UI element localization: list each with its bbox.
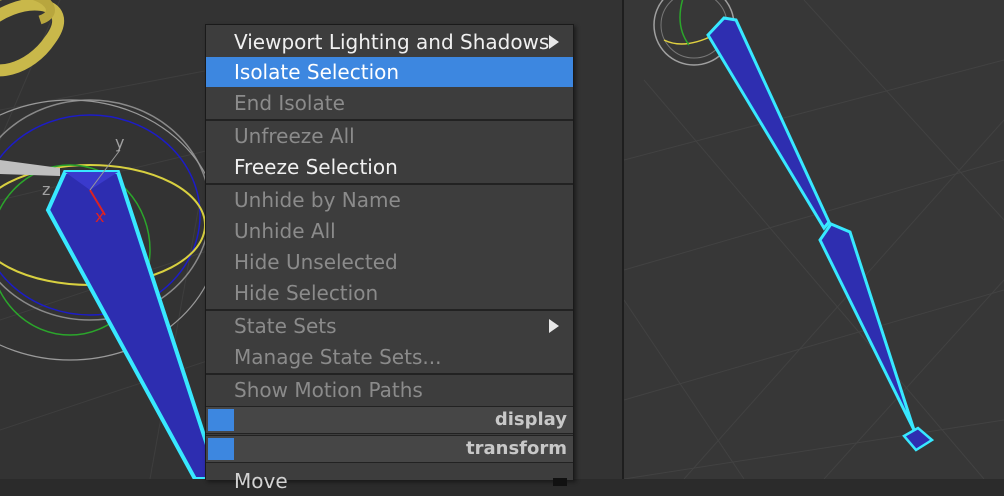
menu-item-label: Isolate Selection — [234, 60, 400, 84]
menu-item-unhide-by-name[interactable]: Unhide by Name — [206, 185, 573, 215]
bone-end[interactable] — [902, 426, 935, 452]
menu-item-manage-state-sets[interactable]: Manage State Sets... — [206, 342, 573, 372]
y-axis-label: y — [115, 133, 124, 152]
menu-item-freeze-selection[interactable]: Freeze Selection — [206, 152, 573, 182]
menu-item-label: Manage State Sets... — [234, 345, 442, 369]
submenu-arrow-icon — [549, 319, 559, 333]
quad-menu: Viewport Lighting and Shadows Isolate Se… — [205, 24, 574, 493]
menu-item-show-motion-paths[interactable]: Show Motion Paths — [206, 375, 573, 405]
menu-item-unfreeze-all[interactable]: Unfreeze All — [206, 121, 573, 151]
submenu-arrow-icon — [549, 35, 559, 49]
menu-item-end-isolate[interactable]: End Isolate — [206, 88, 573, 118]
menu-item-state-sets[interactable]: State Sets — [206, 311, 573, 341]
menu-item-label: Viewport Lighting and Shadows — [234, 30, 550, 54]
quad-header-transform[interactable]: transform — [206, 435, 573, 463]
menu-item-isolate-selection[interactable]: Isolate Selection — [206, 57, 573, 87]
menu-item-hide-unselected[interactable]: Hide Unselected — [206, 247, 573, 277]
z-axis-label: z — [42, 180, 50, 199]
x-axis-label: x — [95, 207, 104, 226]
bone-upper[interactable] — [706, 16, 831, 231]
right-viewport[interactable] — [624, 0, 1004, 479]
selected-bone[interactable] — [45, 170, 214, 479]
menu-item-label: Show Motion Paths — [234, 378, 423, 402]
grid — [624, 0, 1004, 479]
menu-item-unhide-all[interactable]: Unhide All — [206, 216, 573, 246]
quad-header-display[interactable]: display — [206, 406, 573, 434]
bone-stub[interactable] — [0, 160, 60, 176]
right-viewport-scene — [624, 0, 1004, 479]
menu-item-label: Freeze Selection — [234, 155, 398, 179]
menu-item-label: State Sets — [234, 314, 337, 338]
menu-item-label: Unfreeze All — [234, 124, 355, 148]
menu-item-label: Move — [234, 469, 288, 493]
options-box-icon[interactable] — [553, 478, 567, 486]
menu-item-move[interactable]: Move — [206, 466, 573, 496]
menu-item-label: Unhide by Name — [234, 188, 401, 212]
menu-item-label: Hide Selection — [234, 281, 379, 305]
menu-item-label: Hide Unselected — [234, 250, 398, 274]
menu-item-label: Unhide All — [234, 219, 336, 243]
bone-lower[interactable] — [818, 222, 916, 431]
quad-title-display: display — [494, 409, 567, 430]
gizmo-yellow-arc — [663, 34, 715, 45]
menu-item-label: End Isolate — [234, 91, 345, 115]
gizmo-green-arc — [679, 0, 690, 46]
menu-item-hide-selection[interactable]: Hide Selection — [206, 278, 573, 308]
quad-color-swatch — [208, 409, 234, 431]
menu-item-viewport-lighting[interactable]: Viewport Lighting and Shadows — [206, 27, 573, 57]
quad-title-transform: transform — [466, 438, 567, 459]
quad-color-swatch — [208, 438, 234, 460]
